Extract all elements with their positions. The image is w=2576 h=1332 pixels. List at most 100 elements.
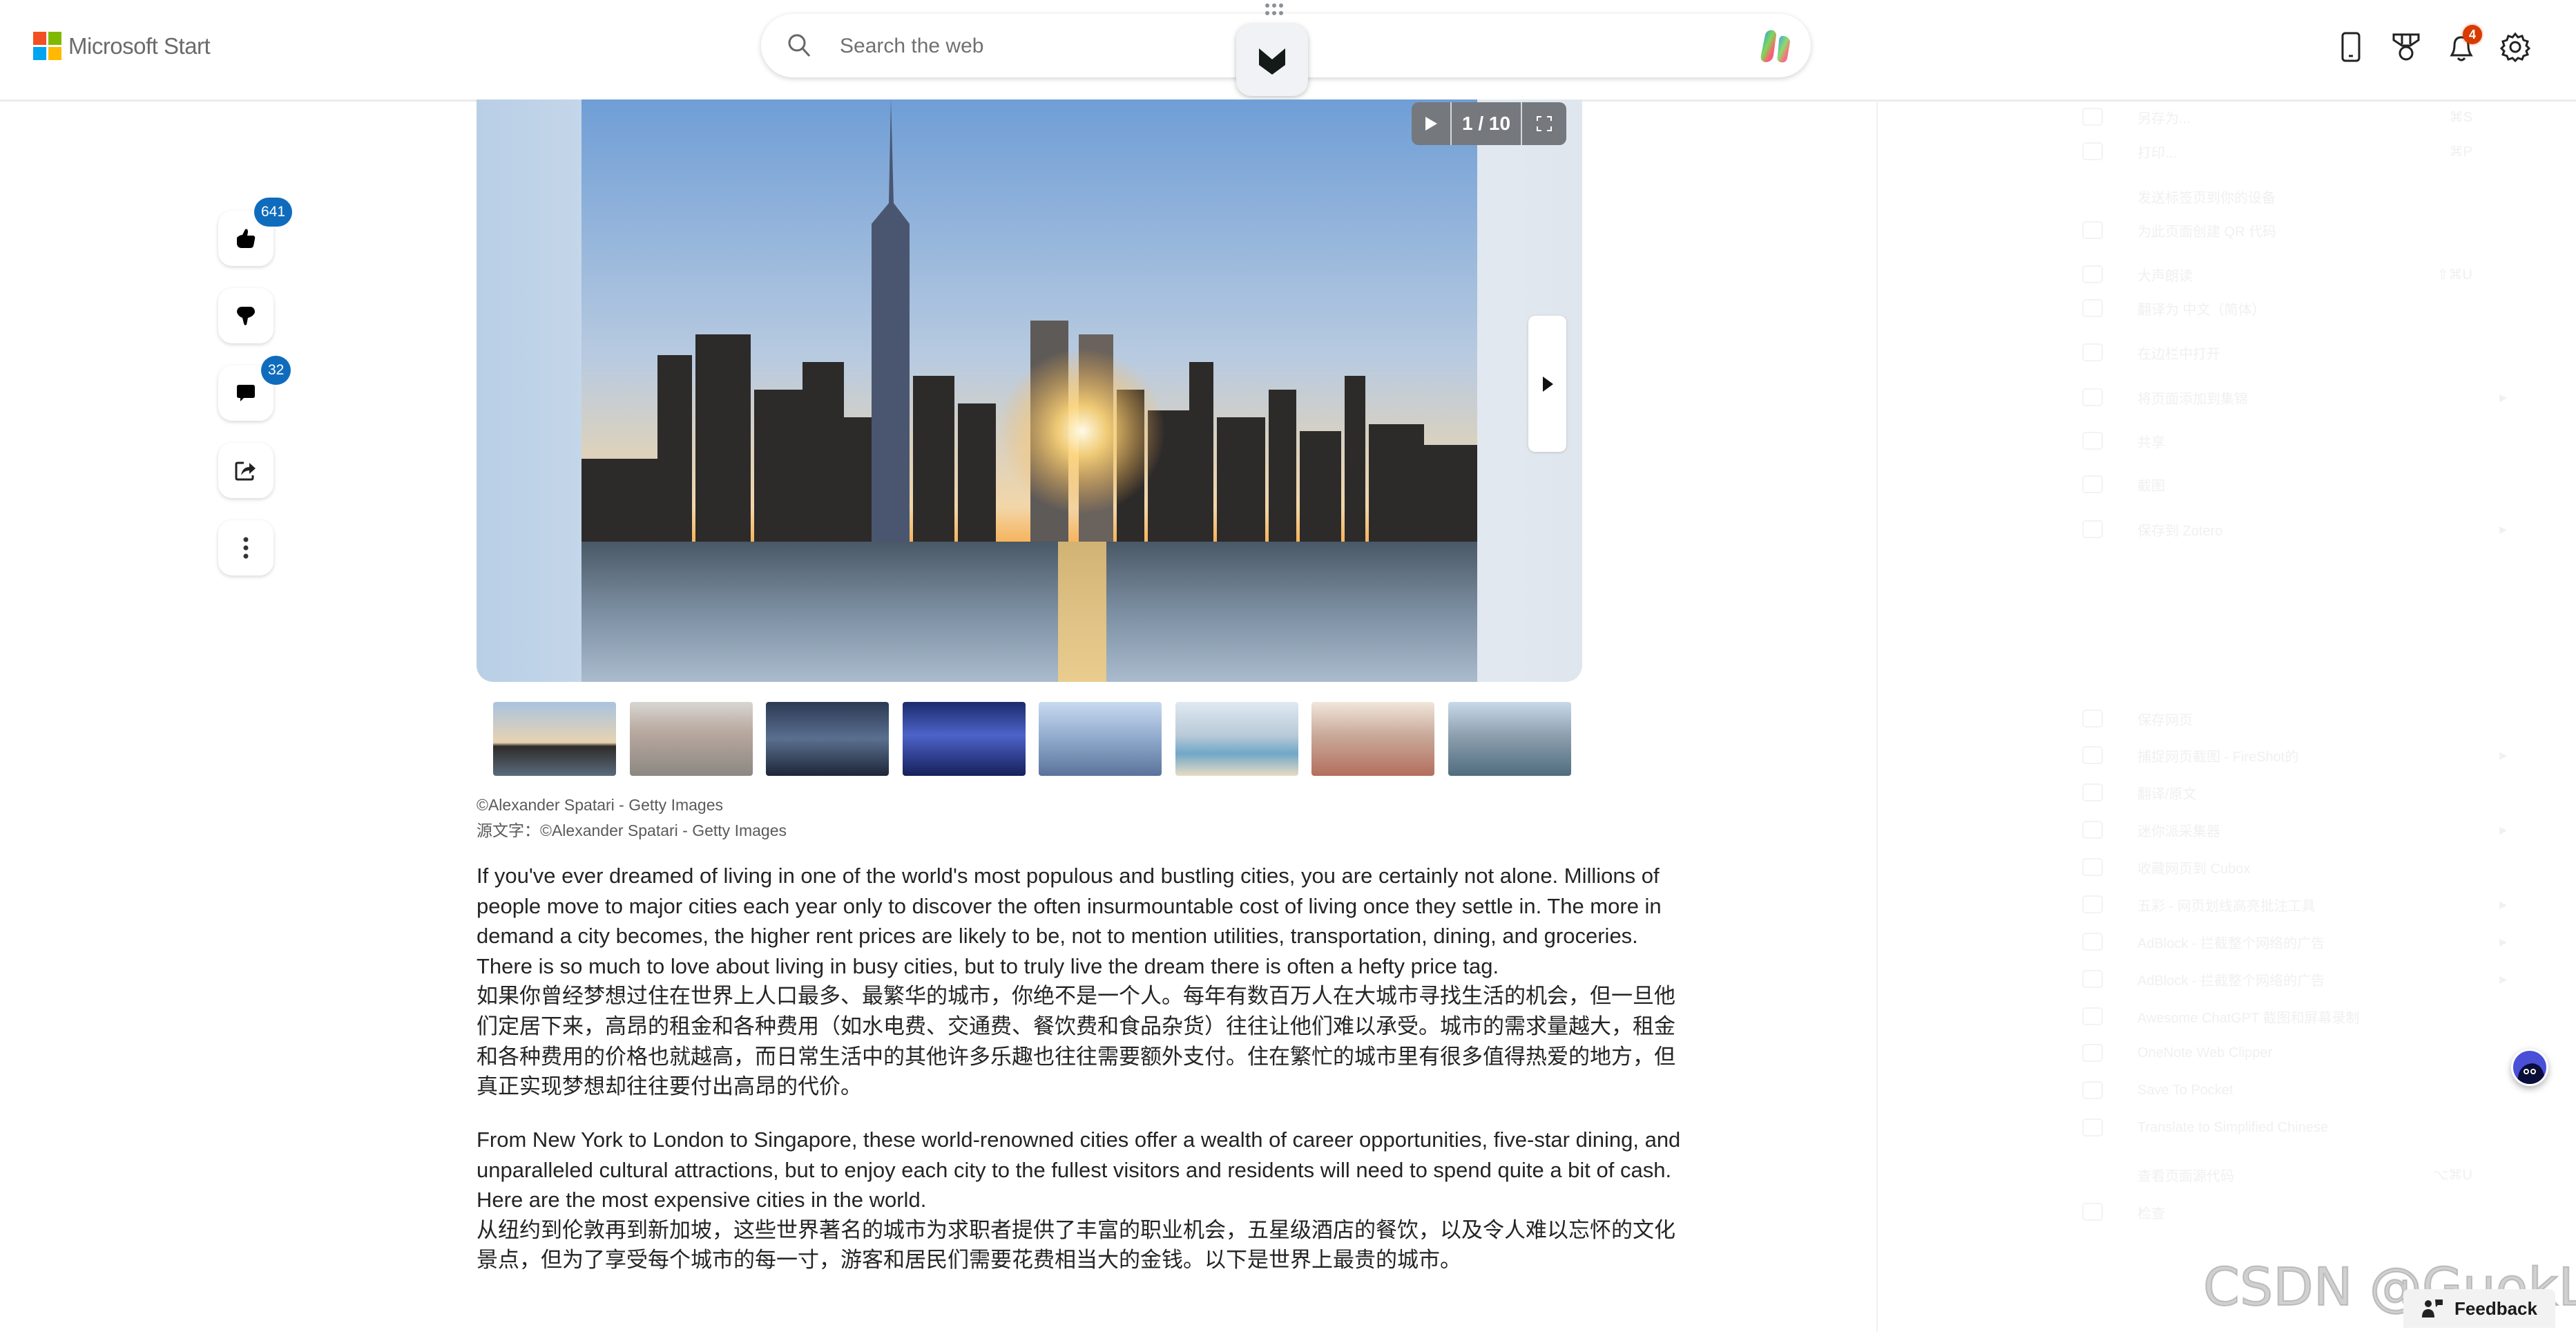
fullscreen-button[interactable] xyxy=(1522,102,1566,145)
menu-item-label: 大声朗读 xyxy=(2137,268,2193,284)
context-menu-item[interactable]: 捕捉网页截图 - FireShot的 ▶ xyxy=(2065,745,2514,765)
context-menu-item[interactable]: AdBlock - 拦截整个网络的广告 ▶ xyxy=(2065,969,2514,989)
context-menu-item[interactable]: OneNote Web Clipper xyxy=(2065,1043,2514,1063)
slideshow: 1 / 10 xyxy=(477,99,1582,682)
rewards-trophy-icon[interactable] xyxy=(2390,30,2423,64)
slide-thumbnail[interactable] xyxy=(629,702,753,776)
menu-item-icon xyxy=(2082,783,2103,801)
menu-item-label: 迷你派采集器 xyxy=(2137,824,2220,839)
menu-item-label: 检查 xyxy=(2137,1206,2165,1221)
menu-item-icon xyxy=(2082,475,2103,493)
menu-item-label: 查看页面源代码 xyxy=(2137,1168,2234,1184)
context-menu-item[interactable]: Save To Pocket xyxy=(2065,1080,2514,1101)
context-menu-item[interactable]: 五彩 - 网页划线高亮批注工具 ▶ xyxy=(2065,894,2514,915)
menu-item-icon xyxy=(2082,1007,2103,1025)
notification-badge: 4 xyxy=(2463,25,2482,44)
comment-icon xyxy=(237,385,255,401)
menu-item-icon xyxy=(2082,299,2103,317)
assistant-bot-button[interactable] xyxy=(2511,1049,2548,1086)
slide-thumbnail[interactable] xyxy=(1448,702,1571,776)
menu-item-label: 五彩 - 网页划线高亮批注工具 xyxy=(2137,898,2316,914)
menu-item-icon xyxy=(2082,895,2103,913)
brand-logo[interactable]: Microsoft Start xyxy=(33,32,211,60)
context-menu-item[interactable]: 翻译/原文 xyxy=(2065,782,2514,803)
paragraph-chinese: 如果你曾经梦想过住在世界上人口最多、最繁华的城市，你绝不是一个人。每年有数百万人… xyxy=(477,984,1675,1099)
submenu-arrow-icon: ▶ xyxy=(2499,898,2507,910)
share-button[interactable] xyxy=(218,443,273,498)
context-menu: 返回刷新⌘R另存为...⌘S打印...⌘P发送标签页到你的设备为此页面创建 QR… xyxy=(2065,0,2541,1332)
more-vertical-icon xyxy=(243,537,249,559)
context-menu-item[interactable]: 将页面添加到集锦 ▶ xyxy=(2065,387,2514,408)
submenu-arrow-icon: ▶ xyxy=(2499,824,2507,835)
menu-item-icon xyxy=(2082,142,2103,160)
context-menu-item[interactable]: 大声朗读 ⇧⌘U xyxy=(2065,264,2514,285)
copilot-icon[interactable] xyxy=(1756,28,1797,65)
context-menu-item[interactable]: 为此页面创建 QR 代码 xyxy=(2065,220,2514,240)
extension-button[interactable] xyxy=(1236,24,1308,96)
menu-item-shortcut: ⇧⌘U xyxy=(2436,267,2472,283)
context-menu-item[interactable]: Awesome ChatGPT 截图和屏幕录制 xyxy=(2065,1006,2514,1027)
like-count-badge: 641 xyxy=(254,198,293,227)
menu-item-label: 在边栏中打开 xyxy=(2137,346,2220,362)
paragraph-chinese: 从纽约到伦敦再到新加坡，这些世界著名的城市为求职者提供了丰富的职业机会，五星级酒… xyxy=(477,1217,1675,1273)
context-menu-item[interactable]: 打印... ⌘P xyxy=(2065,141,2514,162)
menu-item-icon xyxy=(2082,108,2103,126)
context-menu-item[interactable]: 收藏网页到 Cubox xyxy=(2065,857,2514,877)
next-slide-button[interactable] xyxy=(1528,316,1566,452)
menu-item-label: 为此页面创建 QR 代码 xyxy=(2137,224,2277,240)
menu-item-label: 翻译为 中文（简体） xyxy=(2137,302,2266,318)
image-credit-translated: 源文字：©Alexander Spatari - Getty Images xyxy=(477,821,787,839)
context-menu-item[interactable]: 保存网页 xyxy=(2065,708,2514,729)
feedback-label: Feedback xyxy=(2454,1297,2537,1319)
dislike-button[interactable] xyxy=(218,288,273,343)
gear-icon[interactable] xyxy=(2499,30,2532,64)
context-menu-item[interactable]: 保存到 Zotero ▶ xyxy=(2065,519,2514,540)
fox-extension-icon xyxy=(1259,48,1285,75)
context-menu-item[interactable]: 翻译为 中文（简体） xyxy=(2065,298,2514,318)
context-menu-item[interactable]: 发送标签页到你的设备 xyxy=(2065,186,2514,207)
context-menu-item[interactable]: AdBlock - 拦截整个网络的广告 ▶ xyxy=(2065,931,2514,952)
context-menu-item[interactable]: 查看页面源代码 ⌥⌘U xyxy=(2065,1164,2514,1185)
article-paragraph-1: If you've ever dreamed of living in one … xyxy=(477,861,1692,1102)
menu-item-shortcut: ⌘S xyxy=(2449,109,2472,125)
header: Microsoft Start 4 xyxy=(0,0,2576,102)
context-menu-item[interactable]: Translate to Simplified Chinese xyxy=(2065,1117,2514,1138)
context-menu-item[interactable]: 迷你派采集器 ▶ xyxy=(2065,819,2514,840)
menu-item-label: 发送标签页到你的设备 xyxy=(2137,190,2276,206)
feedback-button[interactable]: Feedback xyxy=(2403,1289,2555,1328)
paragraph-english: If you've ever dreamed of living in one … xyxy=(477,864,1662,978)
context-menu-item[interactable]: 另存为... ⌘S xyxy=(2065,106,2514,127)
context-menu-item[interactable]: 截图 xyxy=(2065,474,2514,495)
slide-thumbnail[interactable] xyxy=(902,702,1026,776)
article-paragraph-2: From New York to London to Singapore, th… xyxy=(477,1125,1692,1275)
context-menu-item[interactable]: 在边栏中打开 xyxy=(2065,342,2514,363)
slideshow-controls: 1 / 10 xyxy=(1412,102,1566,145)
menu-item-label: 保存到 Zotero xyxy=(2137,523,2223,539)
menu-item-icon xyxy=(2082,1119,2103,1136)
menu-item-label: Save To Pocket xyxy=(2137,1082,2233,1098)
slide-thumbnail[interactable] xyxy=(1039,702,1162,776)
menu-item-icon xyxy=(2082,1044,2103,1062)
menu-item-label: 截图 xyxy=(2137,478,2165,494)
phone-icon[interactable] xyxy=(2334,30,2367,64)
slide-image-new-york-skyline[interactable] xyxy=(581,99,1477,682)
fullscreen-icon xyxy=(1537,116,1552,131)
menu-item-label: 共享 xyxy=(2137,435,2165,450)
context-menu-item[interactable]: 检查 xyxy=(2065,1201,2514,1222)
more-options-button[interactable] xyxy=(218,520,273,575)
menu-item-icon xyxy=(2082,343,2103,361)
menu-item-icon xyxy=(2082,970,2103,988)
menu-item-label: 保存网页 xyxy=(2137,712,2193,728)
slide-thumbnail[interactable] xyxy=(766,702,889,776)
slide-thumbnail[interactable] xyxy=(1311,702,1434,776)
slide-thumbnail[interactable] xyxy=(1175,702,1298,776)
context-menu-item[interactable]: 共享 xyxy=(2065,430,2514,451)
microsoft-logo-icon xyxy=(33,32,61,60)
drag-handle-icon[interactable] xyxy=(1264,2,1285,17)
comment-count-badge: 32 xyxy=(261,356,291,385)
play-button[interactable] xyxy=(1412,102,1452,145)
menu-item-icon xyxy=(2082,858,2103,876)
slide-counter: 1 / 10 xyxy=(1452,102,1522,145)
menu-item-icon xyxy=(2082,710,2103,727)
slide-thumbnail[interactable] xyxy=(493,702,616,776)
